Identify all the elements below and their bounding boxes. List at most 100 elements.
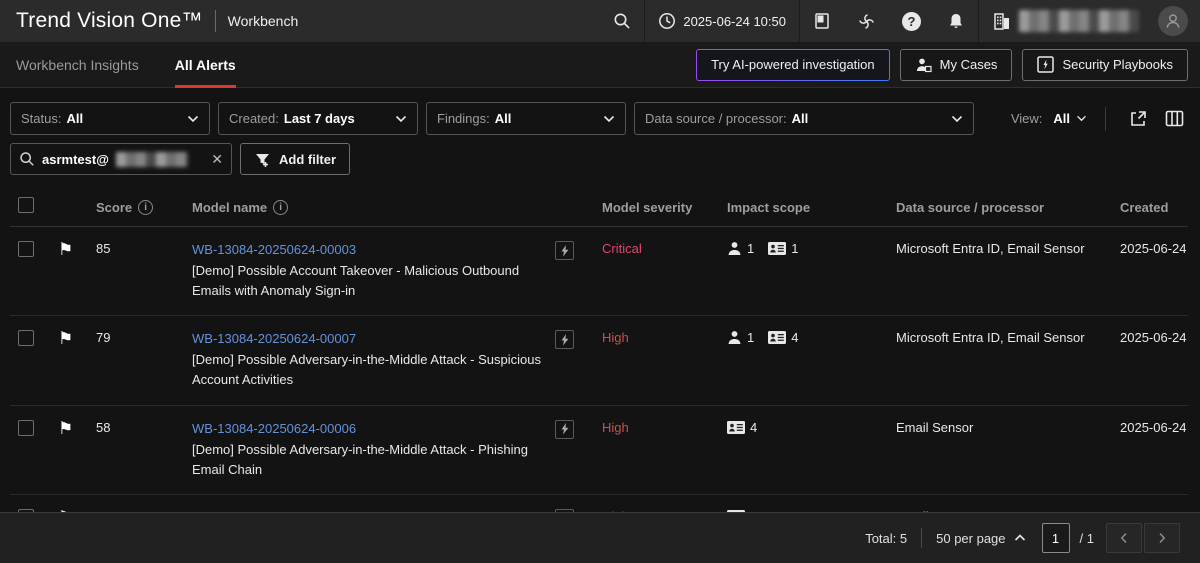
- active-tab-indicator: [175, 85, 236, 88]
- alert-id-link[interactable]: WB-13084-20250624-00007: [192, 331, 356, 346]
- select-all-checkbox[interactable]: [18, 197, 34, 213]
- flag-icon[interactable]: ⚑: [58, 419, 73, 438]
- clear-search-icon[interactable]: ✕: [211, 151, 223, 168]
- column-header-created[interactable]: Created: [1112, 200, 1188, 215]
- redacted-email-domain: [116, 152, 188, 167]
- help-button[interactable]: ?: [889, 0, 934, 42]
- impacted-assets[interactable]: 1: [768, 241, 798, 256]
- security-playbooks-button[interactable]: Security Playbooks: [1022, 49, 1188, 81]
- run-playbook-button[interactable]: [555, 241, 574, 260]
- pinwheel-icon: [857, 12, 876, 31]
- tab-workbench-insights[interactable]: Workbench Insights: [16, 42, 139, 88]
- model-name-header-label: Model name: [192, 200, 267, 215]
- alert-row[interactable]: ⚑ 58 WB-13084-20250624-00006 [Demo] Poss…: [10, 406, 1188, 495]
- row-checkbox[interactable]: [18, 420, 34, 436]
- impacted-assets[interactable]: 4: [727, 420, 757, 435]
- findings-filter-dropdown[interactable]: Findings: All: [426, 102, 626, 135]
- previous-page-button[interactable]: [1106, 523, 1142, 553]
- impact-scope-cell: 1 4: [719, 328, 888, 390]
- info-icon[interactable]: i: [138, 200, 153, 215]
- score-header-label: Score: [96, 200, 132, 215]
- impacted-assets[interactable]: 4: [768, 330, 798, 345]
- findings-filter-label: Findings:: [437, 111, 490, 126]
- asset-count: 4: [750, 420, 757, 435]
- data-source-cell: Microsoft Entra ID, Email Sensor: [888, 328, 1112, 390]
- page-number-input[interactable]: [1042, 523, 1070, 553]
- company-account-button[interactable]: [979, 0, 1152, 42]
- ai-investigation-label: Try AI-powered investigation: [711, 57, 875, 72]
- app-title: Workbench: [228, 13, 299, 29]
- severity-badge: Critical: [594, 239, 719, 301]
- columns-icon: [1165, 110, 1184, 127]
- chevron-down-icon: [603, 115, 615, 123]
- created-cell: 2025-06-24 10: [1112, 418, 1188, 480]
- export-button[interactable]: [1124, 105, 1152, 133]
- filter-row: Status: All Created: Last 7 days Finding…: [10, 102, 1188, 135]
- bolt-icon: [560, 423, 570, 435]
- tab-label: Workbench Insights: [16, 57, 139, 73]
- alerts-table-header: Score i Model name i Model severity Impa…: [10, 189, 1188, 227]
- next-page-button[interactable]: [1144, 523, 1180, 553]
- row-checkbox[interactable]: [18, 241, 34, 257]
- impact-scope-cell: 1 1: [719, 239, 888, 301]
- row-checkbox[interactable]: [18, 330, 34, 346]
- chevron-left-icon: [1120, 532, 1128, 544]
- add-filter-button[interactable]: Add filter: [240, 143, 350, 175]
- column-header-model-name[interactable]: Model name i: [184, 200, 547, 215]
- model-severity-header-label: Model severity: [602, 200, 692, 215]
- bolt-icon: [560, 334, 570, 346]
- data-source-filter-value: All: [792, 111, 809, 126]
- run-playbook-button[interactable]: [555, 420, 574, 439]
- column-header-score[interactable]: Score i: [88, 200, 184, 215]
- alert-id-link[interactable]: WB-13084-20250624-00003: [192, 242, 356, 257]
- ai-investigation-button[interactable]: Try AI-powered investigation: [696, 49, 890, 81]
- total-count: Total: 5: [865, 531, 907, 546]
- release-notes-button[interactable]: [800, 0, 844, 42]
- my-cases-label: My Cases: [940, 57, 998, 72]
- global-search-button[interactable]: [600, 0, 644, 42]
- support-button[interactable]: [844, 0, 889, 42]
- view-value: All: [1053, 111, 1070, 126]
- data-source-header-label: Data source / processor: [896, 200, 1044, 215]
- chevron-up-icon: [1014, 534, 1026, 542]
- impacted-accounts[interactable]: 1: [727, 241, 754, 256]
- account-icon: [727, 330, 742, 345]
- created-cell: 2025-06-24 10: [1112, 328, 1188, 390]
- my-cases-button[interactable]: My Cases: [900, 49, 1013, 81]
- user-avatar[interactable]: [1158, 6, 1188, 36]
- alert-description: [Demo] Possible Account Takeover - Malic…: [192, 261, 547, 301]
- chevron-right-icon: [1158, 532, 1166, 544]
- user-icon: [1164, 12, 1182, 30]
- status-filter-value: All: [66, 111, 83, 126]
- flag-icon[interactable]: ⚑: [58, 240, 73, 259]
- created-cell: 2025-06-24 10: [1112, 239, 1188, 301]
- alert-row[interactable]: ⚑ 79 WB-13084-20250624-00007 [Demo] Poss…: [10, 316, 1188, 405]
- info-icon[interactable]: i: [273, 200, 288, 215]
- top-header-bar: Trend Vision One™ Workbench 2025-06-24 1…: [0, 0, 1200, 42]
- keyword-search-input[interactable]: asrmtest@ ✕: [10, 143, 232, 175]
- footer-divider: [921, 528, 922, 548]
- impacted-accounts[interactable]: 1: [727, 330, 754, 345]
- column-settings-button[interactable]: [1160, 105, 1188, 133]
- flag-icon[interactable]: ⚑: [58, 329, 73, 348]
- add-filter-label: Add filter: [279, 152, 336, 167]
- tab-all-alerts[interactable]: All Alerts: [175, 42, 236, 88]
- tab-label: All Alerts: [175, 57, 236, 73]
- alert-id-link[interactable]: WB-13084-20250624-00006: [192, 421, 356, 436]
- per-page-selector[interactable]: 50 per page: [936, 531, 1025, 546]
- alert-row[interactable]: ⚑ 85 WB-13084-20250624-00003 [Demo] Poss…: [10, 227, 1188, 316]
- run-playbook-button[interactable]: [555, 330, 574, 349]
- status-filter-dropdown[interactable]: Status: All: [10, 102, 210, 135]
- data-source-filter-dropdown[interactable]: Data source / processor: All: [634, 102, 974, 135]
- column-header-model-severity[interactable]: Model severity: [594, 200, 719, 215]
- column-header-impact-scope[interactable]: Impact scope: [719, 200, 888, 215]
- account-count: 1: [747, 330, 754, 345]
- created-filter-dropdown[interactable]: Created: Last 7 days: [218, 102, 418, 135]
- all-alerts-panel: Status: All Created: Last 7 days Finding…: [0, 88, 1200, 563]
- datetime-display[interactable]: 2025-06-24 10:50: [645, 0, 799, 42]
- view-selector[interactable]: View: All: [1011, 111, 1087, 126]
- impact-scope-cell: 4: [719, 418, 888, 480]
- data-source-cell: Email Sensor: [888, 418, 1112, 480]
- notifications-button[interactable]: [934, 0, 978, 42]
- column-header-data-source[interactable]: Data source / processor: [888, 200, 1112, 215]
